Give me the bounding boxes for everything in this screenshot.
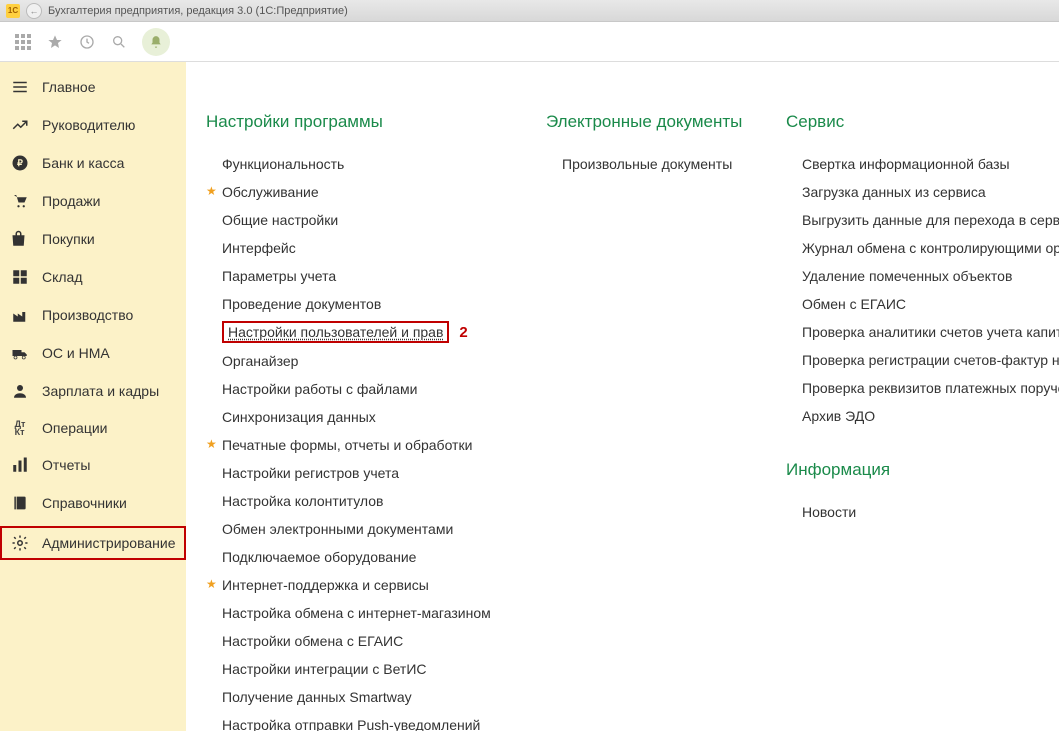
apps-icon[interactable] (14, 33, 32, 51)
menu-item-print-forms[interactable]: Печатные формы, отчеты и обработки (222, 431, 506, 459)
search-icon[interactable] (110, 33, 128, 51)
menu-item-organizer[interactable]: Органайзер (222, 347, 506, 375)
warehouse-icon (10, 268, 30, 286)
sidebar-item-hr[interactable]: Зарплата и кадры (0, 374, 186, 408)
sidebar-item-admin[interactable]: Администрирование (0, 526, 186, 560)
sidebar-item-operations[interactable]: ДтКт Операции (0, 412, 186, 444)
menu-item-load-service[interactable]: Загрузка данных из сервиса (802, 178, 1039, 206)
sidebar-item-label: Производство (42, 307, 133, 323)
sidebar-item-label: Продажи (42, 193, 100, 209)
bag-icon (10, 230, 30, 248)
sidebar-item-label: Зарплата и кадры (42, 383, 159, 399)
sidebar: Главное Руководителю ₽ Банк и касса Прод… (0, 62, 186, 731)
sidebar-item-label: Отчеты (42, 457, 90, 473)
menu-item-exchange-journal[interactable]: Журнал обмена с контролирующими органами (802, 234, 1039, 262)
sidebar-item-label: Операции (42, 420, 108, 436)
sidebar-item-label: Склад (42, 269, 83, 285)
back-icon[interactable]: ← (26, 3, 42, 19)
menu-item-file-settings[interactable]: Настройки работы с файлами (222, 375, 506, 403)
settings-menu-list: Функциональность Обслуживание Общие наст… (206, 150, 506, 731)
sidebar-item-assets[interactable]: ОС и НМА (0, 336, 186, 370)
menu-item-payment-check[interactable]: Проверка реквизитов платежных поручений (802, 374, 1039, 402)
titlebar: 1C ← Бухгалтерия предприятия, редакция 3… (0, 0, 1059, 22)
sidebar-item-manager[interactable]: Руководителю (0, 108, 186, 142)
info-menu-list: Новости (786, 498, 1039, 526)
history-icon[interactable] (78, 33, 96, 51)
sidebar-item-label: ОС и НМА (42, 345, 110, 361)
menu-item-invoice-check[interactable]: Проверка регистрации счетов-фактур на ав… (802, 346, 1039, 374)
menu-item-arbitrary-docs[interactable]: Произвольные документы (562, 150, 746, 178)
menu-item-export-service[interactable]: Выгрузить данные для перехода в сервис (802, 206, 1039, 234)
menu-item-functionality[interactable]: Функциональность (222, 150, 506, 178)
section-header-edocs: Электронные документы (546, 112, 746, 132)
menu-item-smartway[interactable]: Получение данных Smartway (222, 683, 506, 711)
sidebar-item-bank[interactable]: ₽ Банк и касса (0, 146, 186, 180)
sidebar-item-label: Покупки (42, 231, 95, 247)
sidebar-item-sales[interactable]: Продажи (0, 184, 186, 218)
menu-item-egais-exchange[interactable]: Настройки обмена с ЕГАИС (222, 627, 506, 655)
section-header-info: Информация (786, 460, 1039, 480)
person-icon (10, 382, 30, 400)
debit-credit-icon: ДтКт (10, 420, 30, 436)
section-settings: Настройки программы Функциональность Обс… (206, 112, 506, 731)
section-header-settings: Настройки программы (206, 112, 506, 132)
menu-item-capital-check[interactable]: Проверка аналитики счетов учета капитала (802, 318, 1039, 346)
menu-item-user-rights[interactable]: Настройки пользователей и прав2 (222, 318, 468, 347)
star-icon[interactable] (46, 33, 64, 51)
menu-item-news[interactable]: Новости (802, 498, 1039, 526)
menu-item-maintenance[interactable]: Обслуживание (222, 178, 506, 206)
main-content: Настройки программы Функциональность Обс… (186, 62, 1059, 731)
menu-item-db-rollup[interactable]: Свертка информационной базы (802, 150, 1039, 178)
menu-item-interface[interactable]: Интерфейс (222, 234, 506, 262)
sidebar-item-reports[interactable]: Отчеты (0, 448, 186, 482)
menu-item-delete-marked[interactable]: Удаление помеченных объектов (802, 262, 1039, 290)
truck-icon (10, 344, 30, 362)
menu-item-edo-archive[interactable]: Архив ЭДО (802, 402, 1039, 430)
cart-icon (10, 192, 30, 210)
sidebar-item-label: Администрирование (42, 535, 176, 551)
sidebar-item-purchases[interactable]: Покупки (0, 222, 186, 256)
section-header-service: Сервис (786, 112, 1039, 132)
sidebar-item-directories[interactable]: Справочники (0, 486, 186, 520)
notifications-icon[interactable] (142, 28, 170, 56)
sidebar-item-label: Справочники (42, 495, 127, 511)
main-layout: Главное Руководителю ₽ Банк и касса Прод… (0, 62, 1059, 731)
sidebar-item-label: Руководителю (42, 117, 135, 133)
factory-icon (10, 306, 30, 324)
menu-item-doc-posting[interactable]: Проведение документов (222, 290, 506, 318)
menu-item-accounting-params[interactable]: Параметры учета (222, 262, 506, 290)
bars-icon (10, 456, 30, 474)
menu-item-egais-exchange-svc[interactable]: Обмен с ЕГАИС (802, 290, 1039, 318)
annotation-marker-2: 2 (459, 324, 467, 341)
menu-item-edoc-exchange[interactable]: Обмен электронными документами (222, 515, 506, 543)
ruble-icon: ₽ (10, 154, 30, 172)
app-logo-icon: 1C (6, 4, 20, 18)
menu-item-sync[interactable]: Синхронизация данных (222, 403, 506, 431)
section-edocs: Электронные документы Произвольные докум… (546, 112, 746, 178)
edocs-menu-list: Произвольные документы (546, 150, 746, 178)
menu-item-peripherals[interactable]: Подключаемое оборудование (222, 543, 506, 571)
sidebar-item-label: Банк и касса (42, 155, 124, 171)
sidebar-item-label: Главное (42, 79, 96, 95)
menu-item-push[interactable]: Настройка отправки Push-уведомлений (222, 711, 506, 731)
section-info: Информация Новости (786, 460, 1039, 526)
menu-item-internet-support[interactable]: Интернет-поддержка и сервисы (222, 571, 506, 599)
book-icon (10, 494, 30, 512)
sidebar-item-main[interactable]: Главное (0, 70, 186, 104)
section-service: Сервис Свертка информационной базы Загру… (786, 112, 1039, 430)
service-menu-list: Свертка информационной базы Загрузка дан… (786, 150, 1039, 430)
menu-icon (10, 78, 30, 96)
window-title: Бухгалтерия предприятия, редакция 3.0 (1… (48, 5, 348, 17)
chart-icon (10, 116, 30, 134)
svg-text:₽: ₽ (17, 158, 23, 168)
gear-icon (10, 534, 30, 552)
sidebar-item-production[interactable]: Производство (0, 298, 186, 332)
menu-item-register-settings[interactable]: Настройки регистров учета (222, 459, 506, 487)
menu-item-general-settings[interactable]: Общие настройки (222, 206, 506, 234)
menu-item-vetis[interactable]: Настройки интеграции с ВетИС (222, 655, 506, 683)
menu-item-header-footer[interactable]: Настройка колонтитулов (222, 487, 506, 515)
menu-item-eshop-exchange[interactable]: Настройка обмена с интернет-магазином (222, 599, 506, 627)
sidebar-item-warehouse[interactable]: Склад (0, 260, 186, 294)
toolbar (0, 22, 1059, 62)
